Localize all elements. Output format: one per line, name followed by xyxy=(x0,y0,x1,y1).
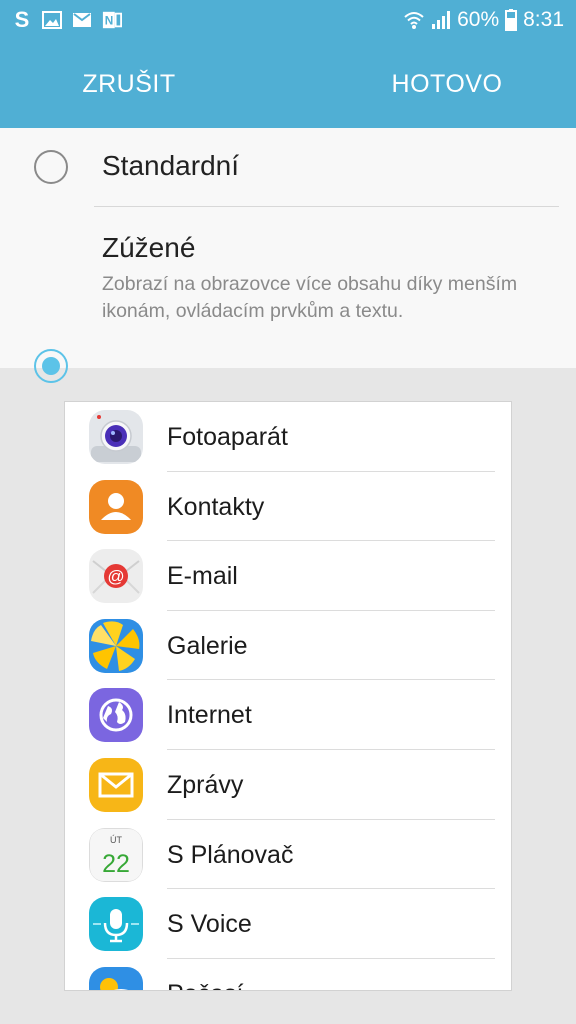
list-item[interactable]: Fotoaparát xyxy=(65,402,511,472)
voice-icon xyxy=(89,897,143,952)
app-list-preview: Fotoaparát Kontakty @ E-mail Galerie Int… xyxy=(64,401,512,991)
weather-icon xyxy=(89,966,143,990)
list-item[interactable]: Kontakty xyxy=(65,472,511,542)
status-indicators: 60% 8:31 xyxy=(403,8,564,32)
contacts-icon xyxy=(89,479,143,534)
option-condensed[interactable]: Zúžené Zobrazí na obrazovce více obsahu … xyxy=(0,207,576,383)
list-item[interactable]: ÚT 22 S Plánovač xyxy=(65,820,511,890)
gallery-icon xyxy=(89,618,143,673)
s-app-icon: S xyxy=(14,7,30,32)
internet-icon xyxy=(89,688,143,743)
app-label: Galerie xyxy=(167,631,248,660)
gallery-notification-icon xyxy=(42,10,62,30)
calendar-icon: ÚT 22 xyxy=(89,827,143,882)
display-mode-options: Standardní Zúžené Zobrazí na obrazovce v… xyxy=(0,128,576,383)
list-item[interactable]: S Voice xyxy=(65,889,511,959)
app-label: S Plánovač xyxy=(167,840,294,869)
radio-button-standard[interactable] xyxy=(34,150,68,184)
list-item[interactable]: Internet xyxy=(65,680,511,750)
app-label: Internet xyxy=(167,701,252,730)
cancel-button[interactable]: ZRUŠIT xyxy=(0,70,288,99)
email-notification-icon xyxy=(72,10,92,30)
option-standard-title: Standardní xyxy=(102,150,239,181)
messages-icon xyxy=(89,758,143,812)
app-label: S Voice xyxy=(167,910,252,939)
option-standard[interactable]: Standardní xyxy=(0,128,576,206)
list-item[interactable]: Zprávy xyxy=(65,750,511,820)
calendar-day: ÚT xyxy=(110,835,122,845)
done-button[interactable]: HOTOVO xyxy=(288,70,576,99)
calendar-date: 22 xyxy=(102,850,130,878)
battery-percent: 60% xyxy=(457,8,500,31)
notification-icons: S N xyxy=(12,7,122,32)
email-icon: @ xyxy=(89,549,143,604)
option-condensed-title: Zúžené xyxy=(102,232,196,263)
status-bar: S N 60% 8:31 xyxy=(0,0,576,40)
action-bar: ZRUŠIT HOTOVO xyxy=(0,40,576,128)
app-label: Zprávy xyxy=(167,771,244,799)
app-label: E-mail xyxy=(167,562,238,591)
camera-icon xyxy=(89,410,143,464)
list-item[interactable]: Galerie xyxy=(65,611,511,681)
list-item[interactable]: @ E-mail xyxy=(65,541,511,611)
clock: 8:31 xyxy=(523,8,564,31)
signal-icon xyxy=(431,10,451,30)
battery-icon xyxy=(505,9,518,31)
app-label: Počasí xyxy=(167,980,243,990)
wifi-icon xyxy=(403,10,425,30)
list-item[interactable]: Počasí xyxy=(65,959,511,990)
onenote-icon: N xyxy=(102,10,122,30)
app-label: Kontakty xyxy=(167,492,265,521)
radio-button-condensed[interactable] xyxy=(34,349,68,383)
app-label: Fotoaparát xyxy=(167,423,288,451)
option-condensed-description: Zobrazí na obrazovce více obsahu díky me… xyxy=(102,273,518,322)
svg-text:@: @ xyxy=(107,567,124,586)
svg-text:N: N xyxy=(105,14,114,28)
